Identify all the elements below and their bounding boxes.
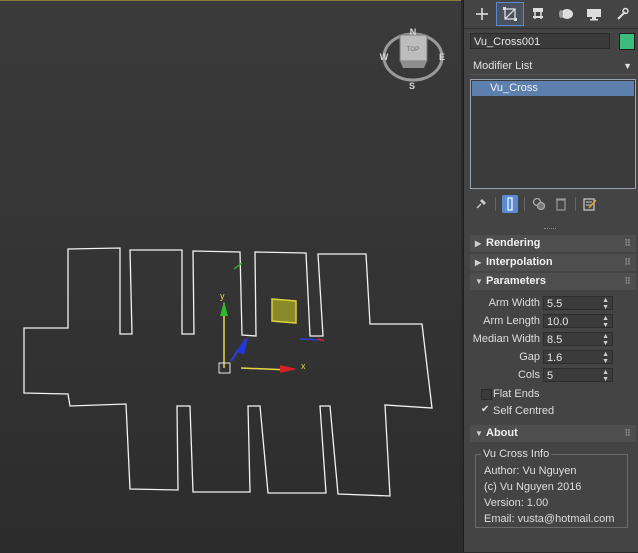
spinner-value: 5: [547, 370, 554, 382]
param-arm-width: Arm Width 5.5 ▲ ▼: [470, 296, 636, 312]
param-label: Median Width: [472, 333, 540, 345]
gizmo-y-label: y: [220, 291, 225, 301]
spinner-arrows-icon[interactable]: ▲ ▼: [602, 351, 609, 365]
compass-north[interactable]: N: [410, 27, 417, 37]
expand-icon: ▶: [475, 239, 482, 248]
modifier-stack[interactable]: Vu_Cross: [470, 79, 636, 189]
gizmo-x-label: x: [301, 361, 306, 371]
rollout-about-title: About: [486, 427, 518, 439]
viewcube-top-label: TOP: [407, 47, 419, 53]
about-copyright: (c) Vu Nguyen 2016: [484, 481, 582, 493]
about-version: Version: 1.00: [484, 497, 549, 509]
self-centred-checkbox[interactable]: ✔ Self Centred: [481, 404, 631, 419]
flat-ends-label: Flat Ends: [493, 388, 540, 400]
param-median-width: Median Width 8.5 ▲ ▼: [470, 332, 636, 348]
toolbar-separator: [524, 197, 525, 211]
spinner-value: 10.0: [547, 316, 569, 328]
modify-icon[interactable]: [496, 2, 524, 26]
viewport-perspective[interactable]: y x TOP N S E W: [0, 0, 461, 552]
command-panel-tabs: [464, 0, 638, 29]
toolbar-separator: [575, 197, 576, 211]
rollout-about[interactable]: ▼ About ⠿: [470, 425, 636, 442]
pin-stack-icon[interactable]: [470, 195, 492, 213]
modifier-list-label: Modifier List: [473, 60, 533, 72]
median-width-spinner[interactable]: 8.5 ▲ ▼: [543, 332, 613, 347]
object-name-field[interactable]: Vu_Cross001: [470, 33, 610, 49]
compass-east[interactable]: E: [439, 52, 445, 62]
spinner-value: 5.5: [547, 298, 563, 310]
param-gap: Gap 1.6 ▲ ▼: [470, 350, 636, 366]
about-email: Email: vusta@hotmail.com: [484, 513, 615, 525]
about-author: Author: Vu Nguyen: [484, 465, 577, 477]
modifier-list-dropdown[interactable]: Modifier List ▼: [470, 58, 636, 75]
display-icon[interactable]: [580, 2, 608, 26]
motion-icon[interactable]: [552, 2, 580, 26]
rollout-interpolation[interactable]: ▶ Interpolation ⠿: [470, 254, 636, 271]
about-group-title: Vu Cross Info: [481, 448, 552, 460]
about-info-group: Vu Cross Info Author: Vu Nguyen (c) Vu N…: [475, 448, 628, 528]
rollout-parameters-title: Parameters: [486, 275, 546, 287]
rollout-grip-icon: ⠿: [624, 257, 631, 267]
param-label: Cols: [517, 369, 540, 381]
param-label: Arm Length: [483, 315, 540, 327]
spinner-arrows-icon[interactable]: ▲ ▼: [602, 333, 609, 347]
spinner-value: 8.5: [547, 334, 563, 346]
compass-south[interactable]: S: [409, 81, 415, 91]
stack-toolbar: [470, 194, 636, 214]
create-icon[interactable]: [468, 2, 496, 26]
toolbar-separator: [495, 197, 496, 211]
gap-spinner[interactable]: 1.6 ▲ ▼: [543, 350, 613, 365]
cross-spline-shape[interactable]: [23, 247, 433, 497]
hierarchy-icon[interactable]: [524, 2, 552, 26]
arm-width-spinner[interactable]: 5.5 ▲ ▼: [543, 296, 613, 311]
make-unique-icon[interactable]: [528, 195, 550, 213]
param-label: Arm Width: [488, 297, 540, 309]
chevron-down-icon: ▼: [623, 61, 632, 71]
collapse-icon: ▼: [475, 429, 483, 438]
collapse-icon: ▼: [475, 277, 483, 286]
compass-west[interactable]: W: [380, 52, 389, 62]
checkbox-box[interactable]: [481, 389, 492, 400]
rollout-rendering-title: Rendering: [486, 237, 541, 249]
object-color-swatch[interactable]: [619, 33, 635, 50]
spinner-arrows-icon[interactable]: ▲ ▼: [602, 315, 609, 329]
rollout-rendering[interactable]: ▶ Rendering ⠿: [470, 235, 636, 252]
checkmark-icon[interactable]: ✔: [481, 404, 491, 415]
param-arm-length: Arm Length 10.0 ▲ ▼: [470, 314, 636, 330]
panel-splitter[interactable]: [544, 228, 556, 231]
rollout-grip-icon: ⠿: [624, 238, 631, 248]
show-end-result-icon[interactable]: [502, 195, 518, 213]
scene-canvas[interactable]: y x TOP N S E W: [0, 1, 461, 553]
rollout-parameters[interactable]: ▼ Parameters ⠿: [470, 273, 636, 290]
pivot-box[interactable]: [271, 298, 297, 324]
remove-modifier-icon[interactable]: [550, 195, 572, 213]
self-centred-label: Self Centred: [493, 405, 555, 417]
x-axis-arrow: [280, 365, 297, 373]
spinner-value: 1.6: [547, 352, 563, 364]
spinner-arrows-icon[interactable]: ▲ ▼: [602, 297, 609, 311]
rollout-grip-icon: ⠿: [624, 428, 631, 438]
stack-item-vu-cross[interactable]: Vu_Cross: [472, 81, 634, 96]
rollout-interpolation-title: Interpolation: [486, 256, 553, 268]
arm-length-spinner[interactable]: 10.0 ▲ ▼: [543, 314, 613, 329]
utilities-icon[interactable]: [608, 2, 636, 26]
spinner-arrows-icon[interactable]: ▲ ▼: [602, 369, 609, 383]
viewcube[interactable]: TOP N S E W: [380, 27, 445, 91]
command-panel: Vu_Cross001 Modifier List ▼ Vu_Cross ▶ R…: [463, 0, 638, 552]
y-axis-arrow: [220, 301, 228, 316]
flat-ends-checkbox[interactable]: Flat Ends: [481, 388, 631, 402]
param-cols: Cols 5 ▲ ▼: [470, 368, 636, 384]
param-label: Gap: [519, 351, 540, 363]
rollout-grip-icon: ⠿: [624, 276, 631, 286]
cols-spinner[interactable]: 5 ▲ ▼: [543, 368, 613, 383]
expand-icon: ▶: [475, 258, 482, 267]
configure-sets-icon[interactable]: [579, 195, 601, 213]
